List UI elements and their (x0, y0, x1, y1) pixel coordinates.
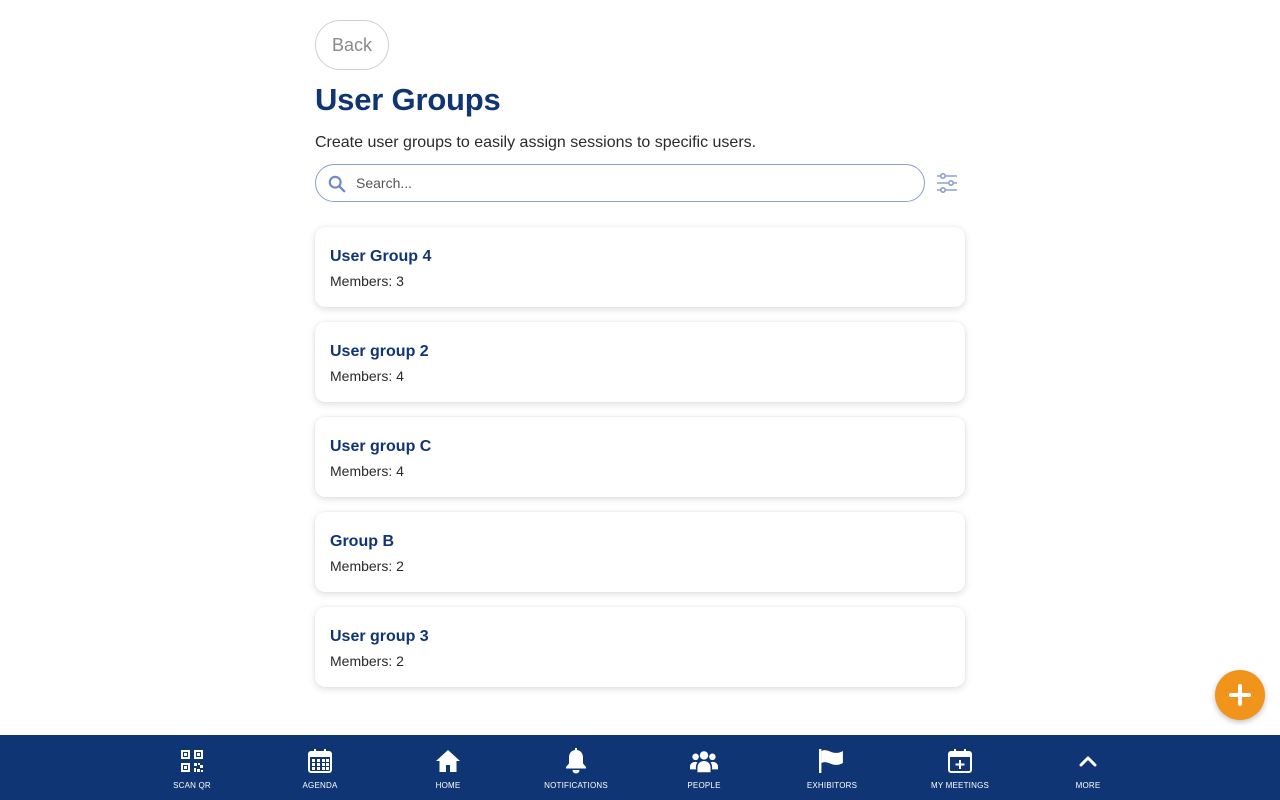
group-members: Members: 2 (330, 558, 404, 574)
nav-label: SCAN QR (173, 781, 211, 790)
nav-label: NOTIFICATIONS (544, 781, 608, 790)
nav-label: MY MEETINGS (930, 781, 990, 790)
group-members: Members: 4 (330, 368, 404, 384)
group-card[interactable]: User group 3 Members: 2 (315, 607, 965, 687)
plus-icon (1229, 684, 1251, 706)
group-name: User Group 4 (330, 248, 432, 265)
group-list: User Group 4 Members: 3 User group 2 Mem… (315, 227, 965, 687)
nav-item-more[interactable]: MORE (1033, 735, 1143, 800)
people-icon (690, 751, 718, 773)
bell-icon (566, 748, 586, 774)
filter-sliders-icon[interactable] (935, 172, 959, 194)
group-card[interactable]: User Group 4 Members: 3 (315, 227, 965, 307)
group-members: Members: 2 (330, 653, 404, 669)
bottom-nav: SCAN QR AGENDA HOME NOTIFICATIONS PEOPLE… (0, 735, 1280, 800)
nav-item-scan-qr[interactable]: SCAN QR (137, 735, 247, 800)
nav-label: PEOPLE (687, 781, 721, 790)
search-row (315, 164, 965, 202)
calendar-icon (308, 749, 332, 773)
group-card[interactable]: Group B Members: 2 (315, 512, 965, 592)
qr-code-icon (181, 750, 203, 772)
search-box (315, 164, 925, 202)
nav-item-people[interactable]: PEOPLE (649, 735, 759, 800)
group-members: Members: 4 (330, 463, 404, 479)
back-button[interactable]: Back (315, 20, 389, 70)
search-input[interactable] (356, 165, 916, 201)
group-card[interactable]: User group 2 Members: 4 (315, 322, 965, 402)
group-name: User group 3 (330, 628, 429, 645)
page-subtitle: Create user groups to easily assign sess… (315, 134, 757, 151)
nav-item-notifications[interactable]: NOTIFICATIONS (521, 735, 631, 800)
home-icon (436, 750, 460, 772)
add-group-button[interactable] (1215, 670, 1265, 720)
nav-item-agenda[interactable]: AGENDA (265, 735, 375, 800)
nav-item-home[interactable]: HOME (393, 735, 503, 800)
main-content: Back User Groups Create user groups to e… (315, 20, 965, 702)
nav-item-my-meetings[interactable]: MY MEETINGS (905, 735, 1015, 800)
nav-label: HOME (435, 781, 461, 790)
calendar-plus-icon (948, 749, 972, 773)
page-title: User Groups (315, 82, 501, 117)
search-icon (328, 175, 346, 193)
group-name: User group C (330, 438, 432, 455)
page: Back User Groups Create user groups to e… (0, 0, 1280, 800)
nav-item-exhibitors[interactable]: EXHIBITORS (777, 735, 887, 800)
nav-label: AGENDA (302, 781, 338, 790)
group-name: User group 2 (330, 343, 429, 360)
group-members: Members: 3 (330, 273, 404, 289)
group-name: Group B (330, 533, 394, 550)
nav-label: MORE (1075, 781, 1101, 790)
flag-icon (819, 749, 843, 773)
nav-label: EXHIBITORS (806, 781, 858, 790)
chevron-up-icon (1079, 756, 1097, 767)
group-card[interactable]: User group C Members: 4 (315, 417, 965, 497)
